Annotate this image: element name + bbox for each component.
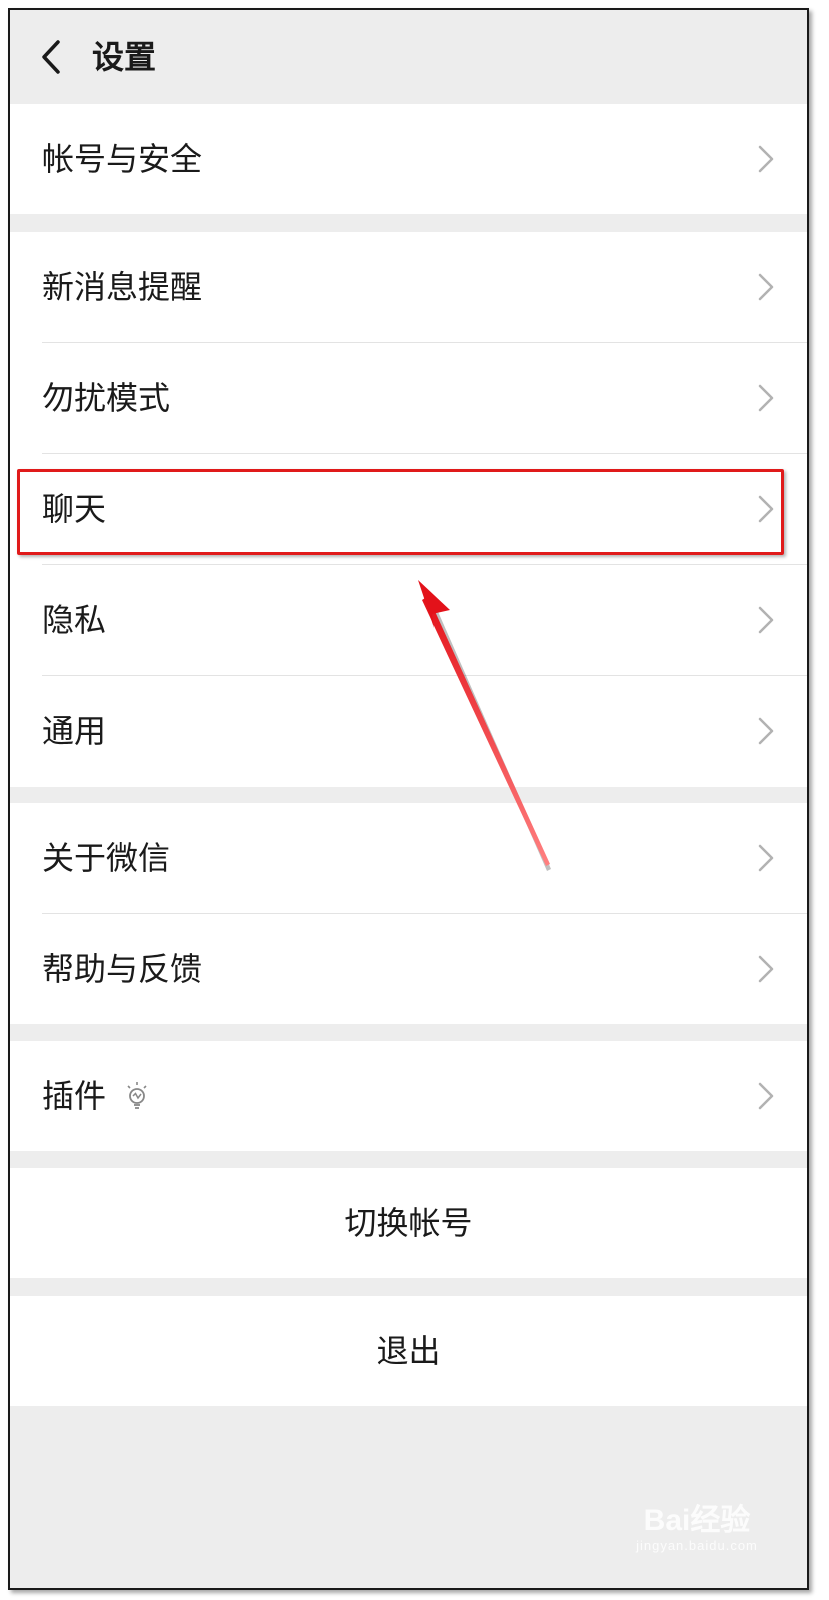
row-plugins[interactable]: 插件	[10, 1041, 807, 1151]
row-do-not-disturb[interactable]: 勿扰模式	[10, 343, 807, 453]
highlight-box	[17, 469, 784, 555]
row-label: 插件	[42, 1077, 107, 1115]
plugins-group: 插件	[10, 1041, 807, 1151]
watermark-url: jingyan.baidu.com	[636, 1538, 758, 1553]
chevron-right-icon	[758, 273, 774, 301]
logout-button[interactable]: 退出	[10, 1296, 807, 1406]
chevron-right-icon	[758, 1082, 774, 1110]
row-label: 帮助与反馈	[42, 950, 203, 988]
row-label: 通用	[42, 712, 107, 750]
watermark: Bai经验 jingyan.baidu.com	[617, 1504, 777, 1564]
row-label: 新消息提醒	[42, 268, 203, 306]
account-group: 帐号与安全	[10, 104, 807, 214]
chevron-right-icon	[758, 955, 774, 983]
settings-screen: 设置 帐号与安全 新消息提醒 勿扰模式 聊天 隐私 通用 关于微信 帮助与反馈 …	[8, 8, 809, 1590]
chevron-right-icon	[758, 145, 774, 173]
row-label: 隐私	[42, 601, 107, 639]
chevron-right-icon	[758, 606, 774, 634]
title-bar: 设置	[10, 10, 807, 104]
chevron-right-icon	[758, 717, 774, 745]
row-account-security[interactable]: 帐号与安全	[10, 104, 807, 214]
row-label: 勿扰模式	[42, 379, 171, 417]
switch-account-button[interactable]: 切换帐号	[10, 1168, 807, 1278]
logout-label: 退出	[376, 1332, 441, 1370]
row-label: 帐号与安全	[42, 140, 203, 178]
page-title: 设置	[92, 38, 157, 76]
row-new-message-notifications[interactable]: 新消息提醒	[10, 232, 807, 342]
chevron-right-icon	[758, 844, 774, 872]
row-help-feedback[interactable]: 帮助与反馈	[10, 914, 807, 1024]
watermark-logo: Bai经验	[643, 1504, 751, 1537]
chevron-right-icon	[758, 384, 774, 412]
row-label: 关于微信	[42, 839, 171, 877]
annotation-arrow-icon	[418, 580, 551, 871]
switch-account-label: 切换帐号	[344, 1204, 473, 1242]
logout-group: 退出	[10, 1296, 807, 1406]
switch-account-group: 切换帐号	[10, 1168, 807, 1278]
lightbulb-icon	[127, 1082, 147, 1109]
back-chevron-icon[interactable]	[38, 39, 66, 75]
